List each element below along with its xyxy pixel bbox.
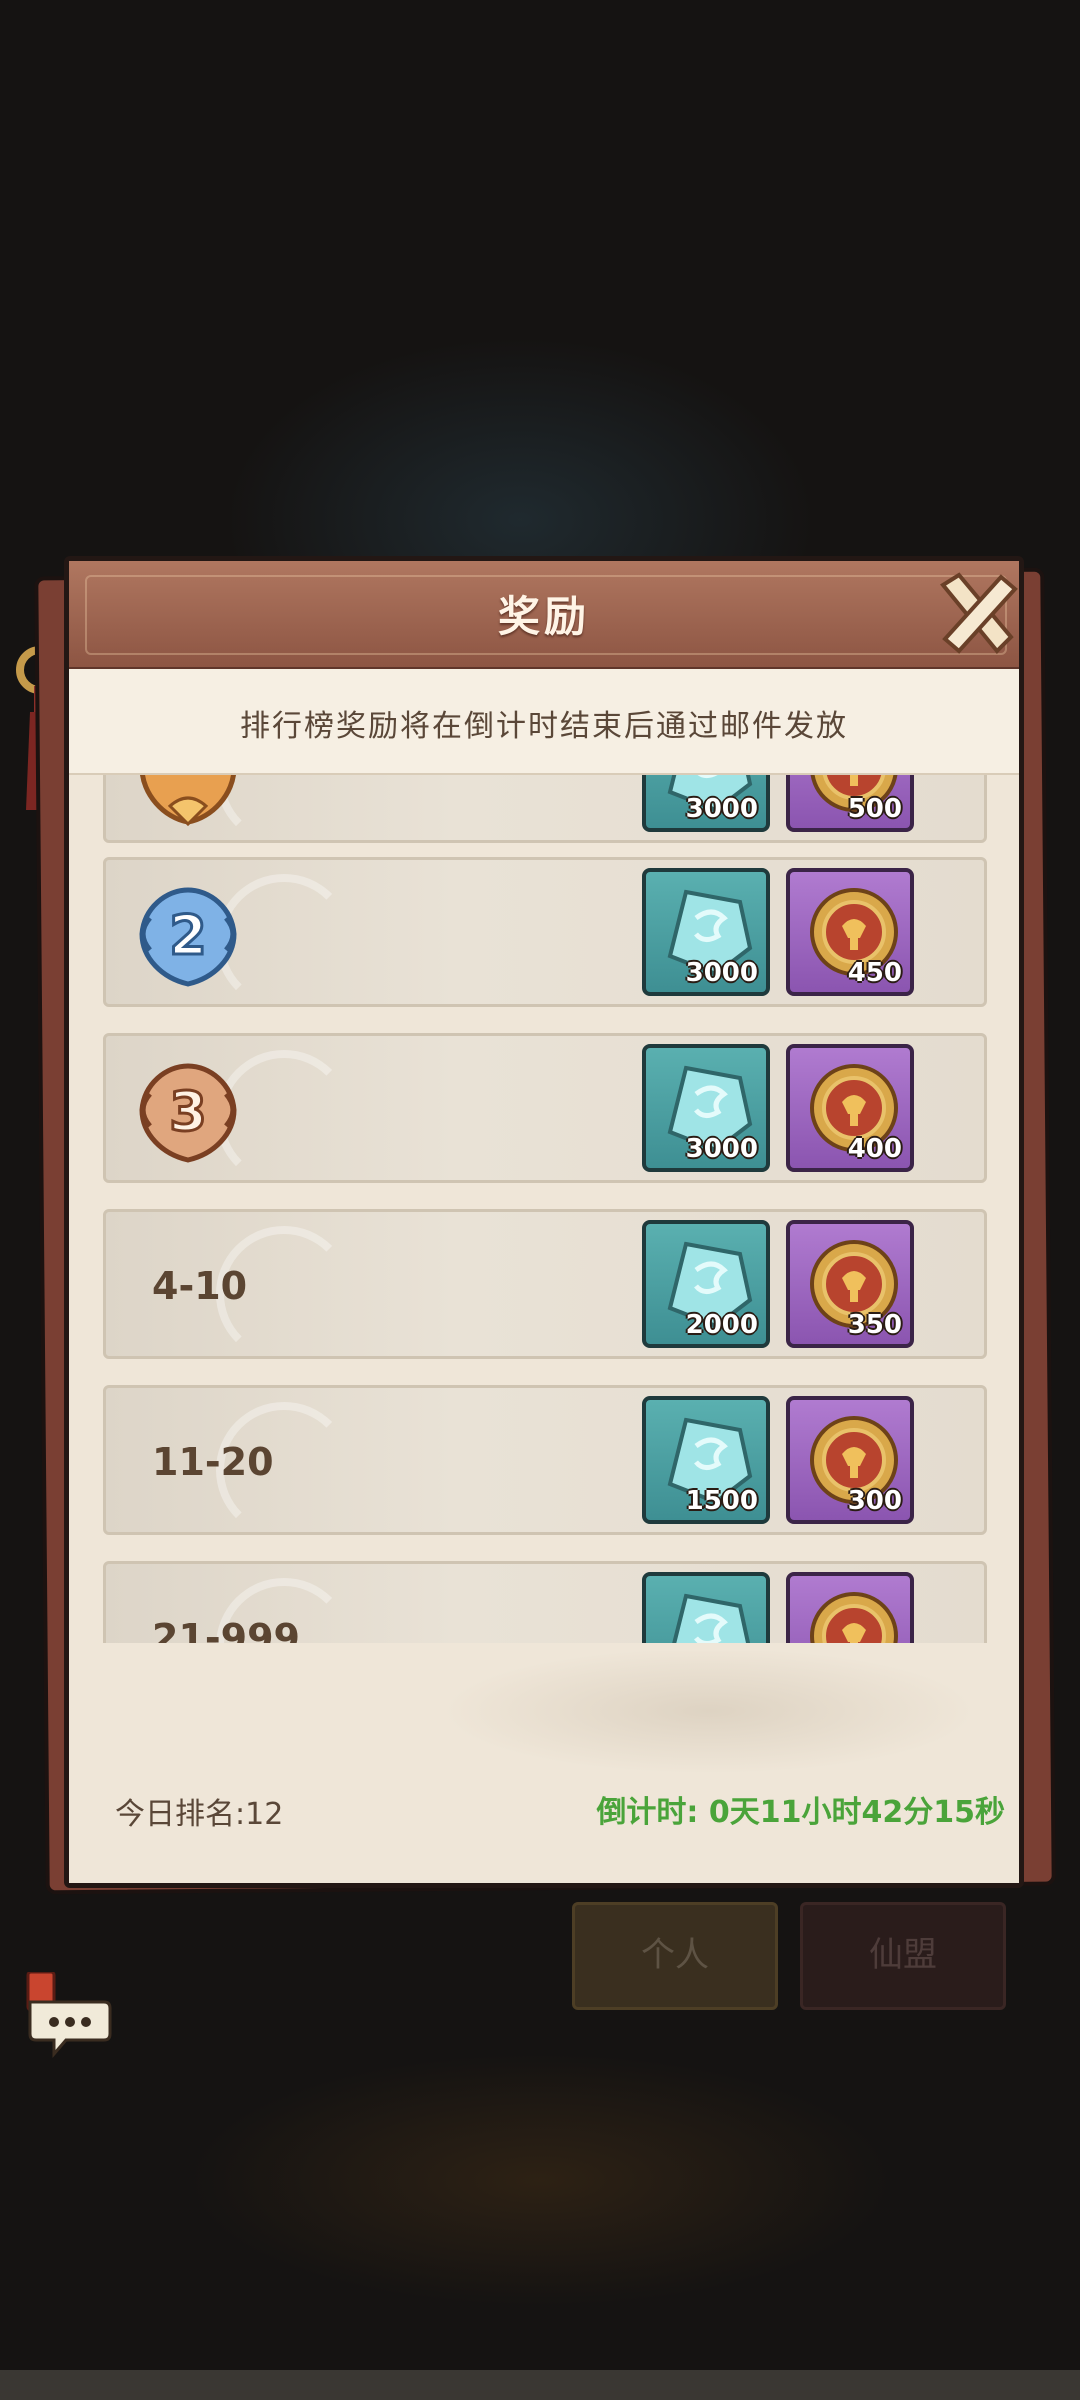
reward-row-rank-3: 3 3000 400 bbox=[103, 1033, 987, 1186]
coin-count: 350 bbox=[847, 1310, 902, 1340]
dialog-panel: 奖励 排行榜奖励将在倒计时结束后通过邮件发放 3000 500 2 3000 4… bbox=[64, 556, 1024, 1888]
bronze-medal-rank-3-icon: 3 bbox=[139, 1063, 237, 1163]
spirit-crystal-item[interactable]: 3000 bbox=[642, 775, 770, 832]
coin-item[interactable]: 450 bbox=[786, 868, 914, 996]
reward-row-rank-21-999: 21-999 1500 200 bbox=[103, 1561, 987, 1643]
coin-count: 450 bbox=[847, 958, 902, 988]
tab-personal[interactable]: 个人 bbox=[572, 1902, 778, 2010]
notice-text: 排行榜奖励将在倒计时结束后通过邮件发放 bbox=[240, 709, 848, 744]
reward-row-rank-2: 2 3000 450 bbox=[103, 857, 987, 1010]
spirit-crystal-item[interactable]: 2000 bbox=[642, 1220, 770, 1348]
crystal-count: 1500 bbox=[685, 1486, 758, 1516]
crystal-count: 3000 bbox=[685, 794, 758, 824]
crystal-count: 3000 bbox=[685, 958, 758, 988]
today-rank-label: 今日排名:12 bbox=[115, 1797, 284, 1832]
silver-medal-rank-2-icon: 2 bbox=[139, 887, 237, 987]
dialog-title: 奖励 bbox=[497, 592, 590, 641]
reward-row-rank-4-10: 4-10 2000 350 bbox=[103, 1209, 987, 1362]
coin-item[interactable]: 500 bbox=[786, 775, 914, 832]
crystal-count: 2000 bbox=[685, 1310, 758, 1340]
reward-list[interactable]: 3000 500 2 3000 450 3 3000 400 4-10 2000… bbox=[103, 775, 987, 1643]
coin-item[interactable]: 300 bbox=[786, 1396, 914, 1524]
svg-text:2: 2 bbox=[169, 904, 207, 967]
spirit-crystal-item[interactable]: 3000 bbox=[642, 868, 770, 996]
svg-text:3: 3 bbox=[169, 1080, 207, 1143]
dialog-header: 奖励 bbox=[69, 561, 1019, 670]
rank-range-label: 4-10 bbox=[152, 1264, 248, 1308]
coin-item[interactable]: 350 bbox=[786, 1220, 914, 1348]
rank-range-label: 11-20 bbox=[152, 1440, 274, 1484]
close-icon[interactable] bbox=[929, 567, 1025, 659]
rewards-dialog: 奖励 排行榜奖励将在倒计时结束后通过邮件发放 3000 500 2 3000 4… bbox=[34, 552, 1056, 1895]
coin-item[interactable]: 200 bbox=[786, 1572, 914, 1643]
gold-medal-icon bbox=[140, 775, 236, 827]
bottom-strip bbox=[0, 2370, 1080, 2400]
chat-bubble-icon[interactable] bbox=[24, 1972, 114, 2062]
spirit-crystal-item[interactable]: 1500 bbox=[642, 1396, 770, 1524]
coin-icon bbox=[810, 1592, 898, 1643]
dialog-footer: 今日排名:12 倒计时: 0天11小时42分15秒 bbox=[69, 1651, 1019, 1883]
crystal-count: 3000 bbox=[685, 1134, 758, 1164]
rank-range-label: 21-999 bbox=[152, 1616, 300, 1643]
spirit-crystal-item[interactable]: 3000 bbox=[642, 1044, 770, 1172]
coin-count: 500 bbox=[847, 794, 902, 824]
reward-row-rank-11-20: 11-20 1500 300 bbox=[103, 1385, 987, 1538]
coin-count: 400 bbox=[847, 1134, 902, 1164]
coin-count: 300 bbox=[847, 1486, 902, 1516]
reward-row-rank-1: 3000 500 bbox=[103, 775, 987, 846]
countdown-timer: 倒计时: 0天11小时42分15秒 bbox=[596, 1795, 1005, 1830]
spirit-crystal-item[interactable]: 1500 bbox=[642, 1572, 770, 1643]
tab-guild[interactable]: 仙盟 bbox=[800, 1902, 1006, 2010]
spirit-crystal-icon bbox=[672, 1593, 751, 1643]
coin-item[interactable]: 400 bbox=[786, 1044, 914, 1172]
notice-bar: 排行榜奖励将在倒计时结束后通过邮件发放 bbox=[69, 669, 1019, 775]
